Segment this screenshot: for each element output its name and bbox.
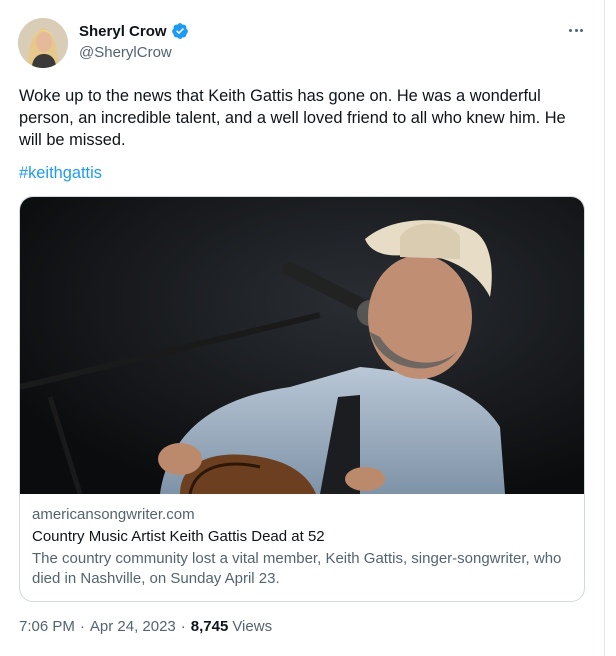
author-handle[interactable]: @SherylCrow [79,44,172,61]
more-dot-icon [574,28,578,32]
avatar-image [18,18,68,68]
more-dot-icon [580,28,584,32]
card-domain: americansongwriter.com [32,506,195,523]
more-options-button[interactable] [566,20,586,40]
separator: · [180,618,186,635]
tweet-time[interactable]: 7:06 PM [19,618,75,635]
verified-badge-icon [171,23,188,39]
tweet-date[interactable]: Apr 24, 2023 [90,618,176,635]
card-meta: americansongwriter.com Country Music Art… [32,505,572,589]
author-name-row: Sheryl Crow [79,22,189,40]
more-dot-icon [568,28,572,32]
views-label: Views [232,618,273,635]
card-image[interactable] [20,197,584,494]
avatar[interactable] [18,18,68,68]
tweet-text: Woke up to the news that Keith Gattis ha… [19,87,566,149]
tweet-container: Sheryl Crow @SherylCrow Woke up to the n… [0,0,605,656]
display-name[interactable]: Sheryl Crow [79,23,167,40]
separator: · [79,618,85,635]
card-title: Country Music Artist Keith Gattis Dead a… [32,528,325,545]
views-count: 8,745 [190,618,229,635]
hashtag-link[interactable]: #keithgattis [19,164,102,183]
performer-photo [20,197,584,494]
tweet-meta-row: 7:06 PM · Apr 24, 2023 · 8,745 Views [19,618,272,635]
link-preview-card[interactable]: americansongwriter.com Country Music Art… [19,196,585,602]
card-description: The country community lost a vital membe… [32,550,562,587]
